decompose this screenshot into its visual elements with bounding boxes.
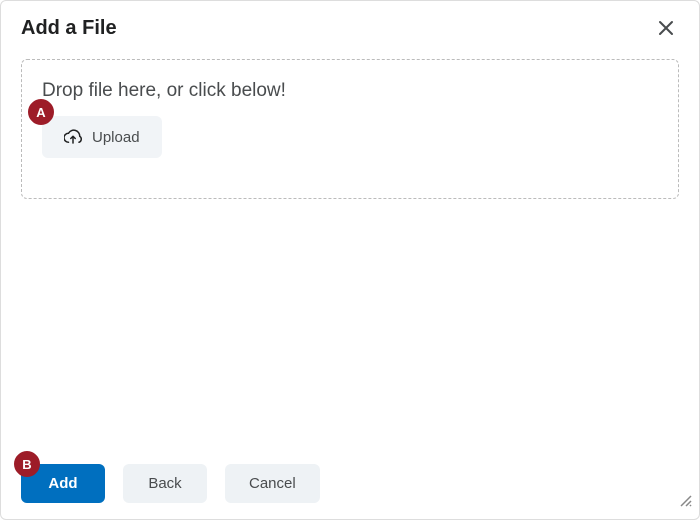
upload-button[interactable]: Upload (42, 116, 162, 158)
dialog-content: Drop file here, or click below! Upload (1, 49, 699, 209)
close-icon (657, 19, 675, 37)
upload-button-label: Upload (92, 129, 140, 146)
back-button[interactable]: Back (123, 464, 207, 503)
dialog-header: Add a File (1, 1, 699, 49)
resize-handle[interactable] (679, 494, 693, 513)
upload-icon (64, 128, 82, 146)
dropzone-instruction: Drop file here, or click below! (42, 80, 658, 102)
cancel-button[interactable]: Cancel (225, 464, 320, 503)
close-button[interactable] (653, 15, 679, 41)
resize-icon (679, 494, 693, 508)
annotation-marker-a: A (28, 99, 54, 125)
file-dropzone[interactable]: Drop file here, or click below! Upload (21, 59, 679, 199)
dialog-title: Add a File (21, 17, 117, 40)
dialog-footer: Add Back Cancel (1, 448, 699, 519)
